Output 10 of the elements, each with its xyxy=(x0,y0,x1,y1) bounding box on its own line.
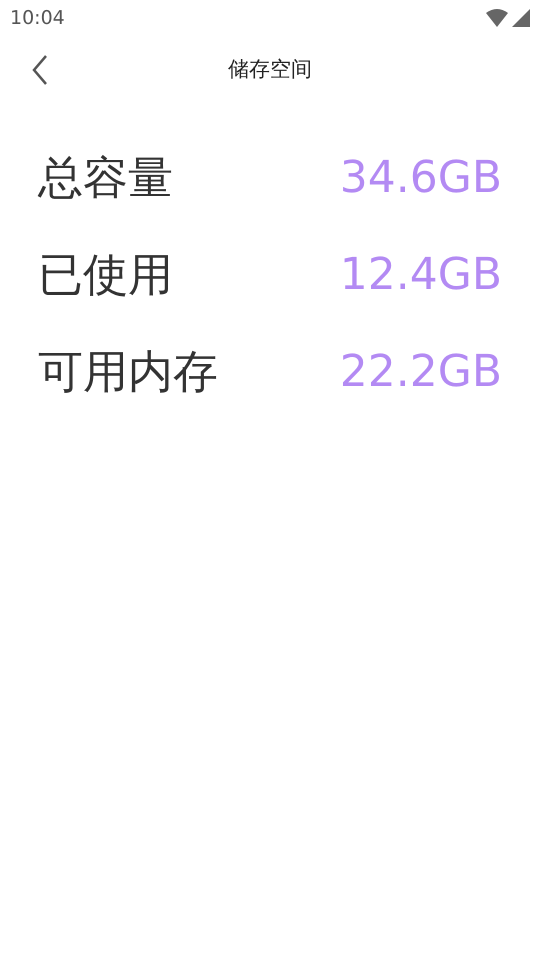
status-time: 10:04 xyxy=(10,7,65,29)
storage-label: 可用内存 xyxy=(38,344,218,400)
storage-label: 总容量 xyxy=(38,150,173,206)
storage-label: 已使用 xyxy=(38,246,173,302)
storage-value: 34.6GB xyxy=(340,152,502,203)
wifi-icon xyxy=(486,9,508,27)
storage-value: 12.4GB xyxy=(340,249,502,300)
page-title: 储存空间 xyxy=(228,56,312,83)
storage-value: 22.2GB xyxy=(340,346,502,397)
signal-icon xyxy=(512,9,530,27)
